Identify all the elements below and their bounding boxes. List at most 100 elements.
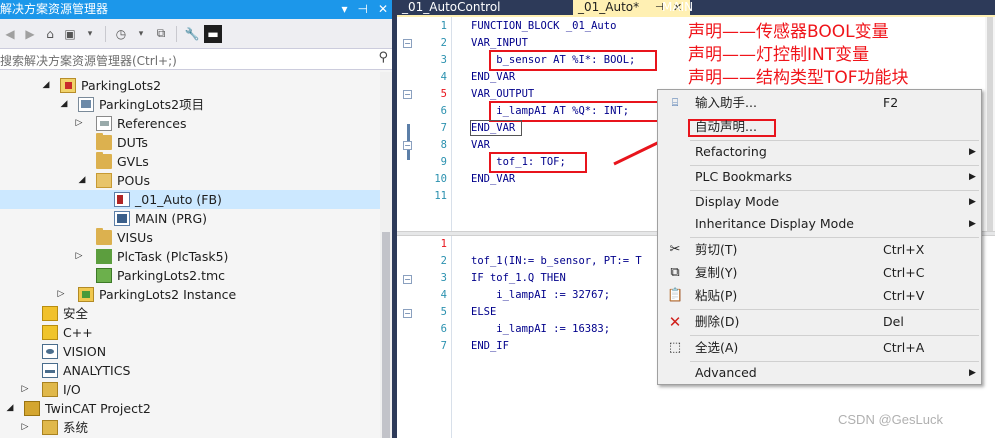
annotation-sensor-bool: 声明——传感器BOOL变量 [688,22,889,42]
search-icon[interactable]: ⚲ [378,50,388,65]
expand-arrow-icon[interactable]: ▷ [20,380,30,399]
tree-item-label: I/O [63,382,81,397]
scrollbar-thumb[interactable] [382,232,390,438]
home-icon[interactable]: ⌂ [42,25,58,43]
submenu-arrow-icon: ▶ [969,219,976,229]
tree-item-safety[interactable]: 安全 [0,304,380,323]
delete-icon: ✕ [668,313,682,331]
collapse-all-icon[interactable]: ⧉ [153,25,169,43]
tree-item-label: 安全 [63,306,89,321]
menu-item-label: 复制(Y) [695,265,738,280]
collapse-arrow-icon[interactable]: ◢ [77,171,87,190]
code-line[interactable]: i_lampAI := 16383; [471,321,610,338]
tree-item-visus[interactable]: VISUs [0,228,380,247]
scrollbar-thumb[interactable] [987,17,993,231]
code-line[interactable]: tof_1(IN:= b_sensor, PT:= T [471,253,642,270]
menu-item-advanced[interactable]: Advanced ▶ [659,362,980,384]
back-icon[interactable]: ◀ [2,25,18,43]
tree-item-system[interactable]: ▷ 系统 [0,418,380,437]
fold-toggle-icon[interactable]: − [403,309,412,318]
tree-item-instance[interactable]: ▷ ParkingLots2 Instance [0,285,380,304]
analytics-icon [42,363,58,378]
pin-icon[interactable]: ⊣ [357,0,367,19]
tree-scrollbar[interactable] [380,72,392,438]
watermark: CSDN @GesLuck [838,412,943,427]
fold-toggle-icon[interactable]: − [403,90,412,99]
tree-item-tmc[interactable]: ParkingLots2.tmc [0,266,380,285]
code-line[interactable]: VAR [471,137,490,154]
function-block-icon [114,192,130,207]
pending-changes-dropdown-icon[interactable]: ▾ [133,25,149,43]
safety-icon [42,306,58,321]
tab-01-autocontrol[interactable]: _01_AutoControl [397,0,506,15]
tab-label: _01_AutoControl [402,0,501,14]
tree-item-pous[interactable]: ◢ POUs [0,171,380,190]
properties-wrench-icon[interactable]: 🔧 [184,25,200,43]
tree-item-vision[interactable]: VISION [0,342,380,361]
pending-changes-icon[interactable]: ◷ [113,25,129,43]
forward-icon[interactable]: ▶ [22,25,38,43]
line-number: 7 [440,340,447,352]
menu-item-display-mode[interactable]: Display Mode ▶ [659,191,980,213]
tree-item-analytics[interactable]: ANALYTICS [0,361,380,380]
collapse-arrow-icon[interactable]: ◢ [41,76,51,95]
select-all-icon: ⬚ [668,340,682,355]
editor-scrollbar[interactable] [985,17,995,231]
search-box[interactable]: 搜索解决方案资源管理器(Ctrl+;) ⚲ [0,48,392,70]
search-input[interactable]: 搜索解决方案资源管理器(Ctrl+;) [0,52,177,69]
plc-project-icon [60,78,76,93]
tree-item-project[interactable]: ◢ ParkingLots2项目 [0,95,380,114]
code-line[interactable]: FUNCTION_BLOCK _01_Auto [471,18,616,35]
tree-item-plctask[interactable]: ▷ PlcTask (PlcTask5) [0,247,380,266]
menu-item-input-assistant[interactable]: ⌸ 输入助手... F2 [659,92,980,114]
preview-icon[interactable]: ▬ [204,24,222,43]
code-line[interactable]: END_IF [471,338,509,355]
collapse-arrow-icon[interactable]: ◢ [5,399,15,418]
tree-item-io[interactable]: ▷ I/O [0,380,380,399]
tree-item-01-auto[interactable]: _01_Auto (FB) [0,190,380,209]
menu-item-refactoring[interactable]: Refactoring ▶ [659,141,980,163]
menu-item-label: Refactoring [695,144,767,159]
tree-item-references[interactable]: ▷ References [0,114,380,133]
code-line[interactable]: ELSE [471,304,496,321]
code-line[interactable]: END_VAR [471,171,515,188]
menu-item-select-all[interactable]: ⬚ 全选(A) Ctrl+A [659,337,980,359]
menu-item-delete[interactable]: ✕ 删除(D) Del [659,311,980,333]
tree-item-parkinglots2[interactable]: ◢ ParkingLots2 [0,76,380,95]
switch-views-icon[interactable]: ▣ [62,25,78,43]
tree-item-gvls[interactable]: GVLs [0,152,380,171]
menu-item-inheritance-display-mode[interactable]: Inheritance Display Mode ▶ [659,213,980,235]
menu-item-shortcut: Ctrl+C [883,265,925,280]
menu-item-plc-bookmarks[interactable]: PLC Bookmarks ▶ [659,166,980,188]
expand-arrow-icon[interactable]: ▷ [56,285,66,304]
tab-main[interactable]: MAIN [657,0,698,15]
expand-arrow-icon[interactable]: ▷ [20,418,30,437]
tree-item-duts[interactable]: DUTs [0,133,380,152]
code-line[interactable]: IF tof_1.Q THEN [471,270,566,287]
code-line[interactable]: i_lampAI := 32767; [471,287,610,304]
fold-toggle-icon[interactable]: − [403,275,412,284]
tab-label: _01_Auto* [578,0,640,14]
project-icon [78,97,94,112]
menu-item-copy[interactable]: ⧉ 复制(Y) Ctrl+C [659,262,980,284]
chevron-down-icon[interactable]: ▾ [341,0,347,19]
tree-item-main[interactable]: MAIN (PRG) [0,209,380,228]
tree-item-label: ParkingLots2.tmc [117,268,226,283]
menu-item-label: 删除(D) [695,314,740,329]
tree-item-cpp[interactable]: C++ [0,323,380,342]
tree-item-label: C++ [63,325,93,340]
expand-arrow-icon[interactable]: ▷ [74,114,84,133]
expand-arrow-icon[interactable]: ▷ [74,247,84,266]
menu-item-auto-declare[interactable]: 自动声明... [659,116,980,138]
tree-item-twincat-project[interactable]: ◢ TwinCAT Project2 [0,399,380,418]
collapse-arrow-icon[interactable]: ◢ [59,95,69,114]
copy-icon: ⧉ [670,265,680,280]
fold-toggle-icon[interactable]: − [403,39,412,48]
menu-item-cut[interactable]: ✂ 剪切(T) Ctrl+X [659,239,980,261]
menu-item-paste[interactable]: 📋 粘贴(P) Ctrl+V [659,285,980,307]
code-line[interactable]: END_VAR [471,69,515,86]
fold-toggle-icon[interactable]: − [403,141,412,150]
switch-views-dropdown-icon[interactable]: ▾ [82,25,98,43]
tree-item-label: References [117,116,187,131]
close-icon[interactable]: ✕ [378,0,388,19]
